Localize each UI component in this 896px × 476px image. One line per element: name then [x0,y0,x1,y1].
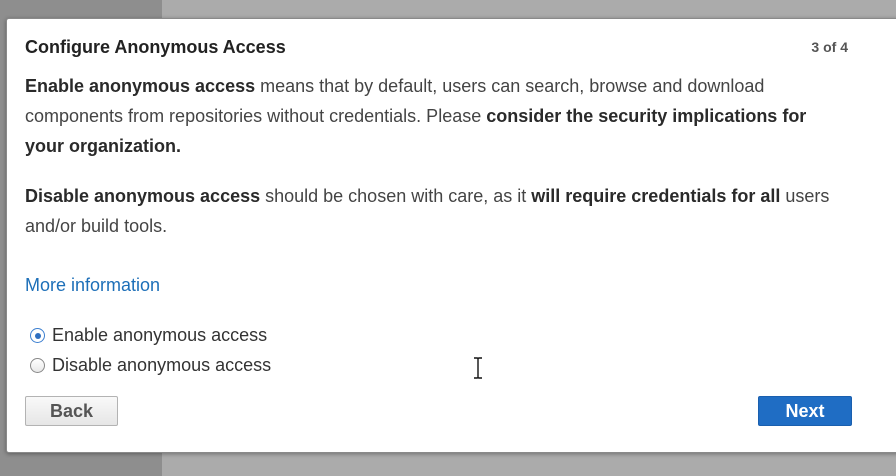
disable-description-bold: Disable anonymous access [25,186,261,206]
more-information-link[interactable]: More information [25,275,160,296]
enable-description-bold: Enable anonymous access [25,76,256,96]
enable-anonymous-radio[interactable] [30,328,45,343]
dialog-title: Configure Anonymous Access [25,37,286,57]
enable-anonymous-option[interactable]: Enable anonymous access [30,325,267,346]
next-button[interactable]: Next [758,396,852,426]
enable-anonymous-label: Enable anonymous access [52,325,268,345]
disable-anonymous-option[interactable]: Disable anonymous access [30,355,271,376]
disable-anonymous-radio[interactable] [30,358,45,373]
text-cursor-icon [474,357,482,379]
disable-anonymous-label: Disable anonymous access [52,355,272,375]
credentials-warning-bold: will require credentials for all [531,186,781,206]
disable-description-text: should be chosen with care, as it [260,186,532,206]
disable-description: Disable anonymous access should be chose… [25,181,850,241]
back-button[interactable]: Back [25,396,118,426]
step-indicator: 3 of 4 [811,39,848,55]
enable-description: Enable anonymous access means that by de… [25,71,850,161]
